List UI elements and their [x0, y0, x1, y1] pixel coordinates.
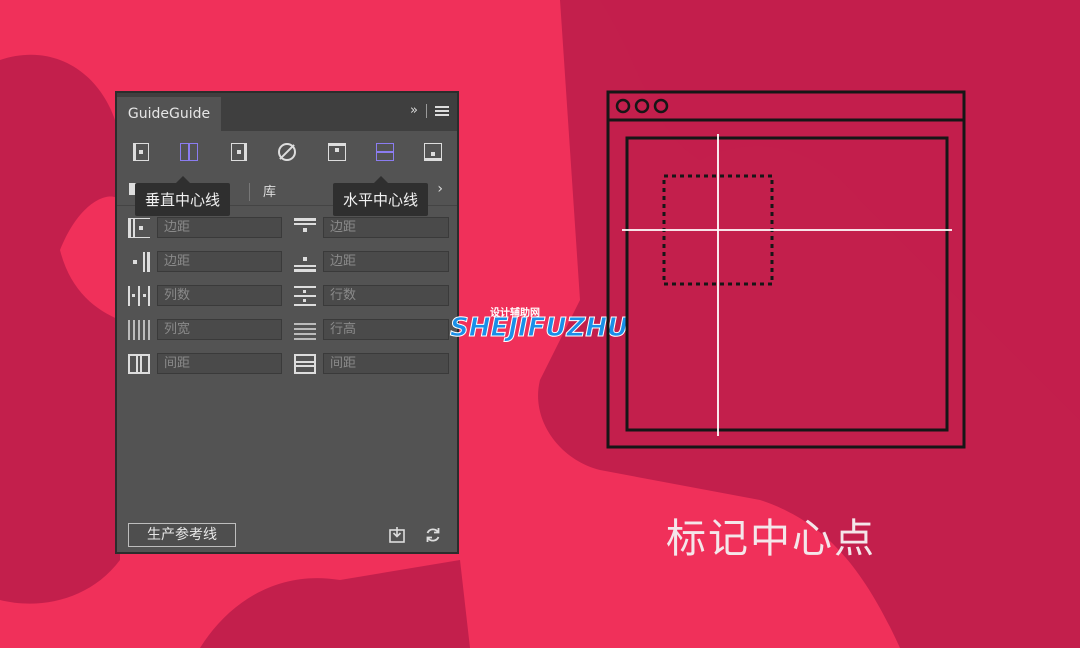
- column-width-icon: [127, 319, 151, 341]
- tooltip-vertical-center: 垂直中心线: [135, 176, 231, 216]
- row-gutter-field[interactable]: 间距: [323, 353, 449, 374]
- tab-library[interactable]: 库: [263, 181, 276, 200]
- chevron-right-icon[interactable]: ›: [437, 181, 443, 197]
- rows-icon: [293, 285, 317, 307]
- top-margin-field[interactable]: 边距: [323, 217, 449, 238]
- left-margin-guide-icon[interactable]: [131, 141, 151, 163]
- subtab-divider: [249, 183, 250, 201]
- browser-window-illustration: [606, 90, 966, 449]
- bottom-margin-guide-icon[interactable]: [423, 141, 443, 163]
- guideguide-panel: GuideGuide » 库 › 边距 边距 列数 列宽 间距 边距 边距 行数…: [115, 91, 459, 554]
- bottom-margin-field[interactable]: 边距: [323, 251, 449, 272]
- row-height-field[interactable]: 行高: [323, 319, 449, 340]
- columns-icon: [127, 285, 151, 307]
- window-dot-icon: [653, 98, 669, 114]
- browser-frame: [606, 90, 966, 449]
- right-margin-icon: [127, 251, 151, 273]
- bottom-margin-icon: [293, 251, 317, 273]
- clear-guides-icon[interactable]: [277, 141, 297, 163]
- row-gutter-icon: [293, 353, 317, 375]
- column-gutter-icon: [127, 353, 151, 375]
- collapse-arrows-icon[interactable]: »: [410, 103, 418, 118]
- horizontal-center-icon[interactable]: [375, 141, 395, 163]
- row-height-icon: [293, 319, 317, 341]
- guide-toolbar: [117, 137, 457, 167]
- refresh-icon[interactable]: [423, 525, 443, 545]
- generate-guides-button[interactable]: 生产参考线: [128, 523, 236, 547]
- import-icon[interactable]: [387, 525, 407, 545]
- left-margin-field[interactable]: 边距: [157, 217, 282, 238]
- rows-field[interactable]: 行数: [323, 285, 449, 306]
- panel-titlebar: GuideGuide »: [117, 93, 457, 131]
- right-margin-field[interactable]: 边距: [157, 251, 282, 272]
- caption-title: 标记中心点: [666, 516, 876, 562]
- columns-field[interactable]: 列数: [157, 285, 282, 306]
- panel-tab-guideguide[interactable]: GuideGuide: [117, 97, 221, 131]
- column-gutter-field[interactable]: 间距: [157, 353, 282, 374]
- top-margin-icon: [293, 217, 317, 239]
- window-dot-icon: [634, 98, 650, 114]
- left-margin-icon: [127, 217, 151, 239]
- top-margin-guide-icon[interactable]: [327, 141, 347, 163]
- tooltip-horizontal-center: 水平中心线: [333, 176, 429, 216]
- right-margin-guide-icon[interactable]: [229, 141, 249, 163]
- titlebar-divider: [426, 103, 427, 118]
- panel-menu-icon[interactable]: [435, 105, 449, 116]
- vertical-center-icon[interactable]: [179, 141, 199, 163]
- column-width-field[interactable]: 列宽: [157, 319, 282, 340]
- window-dot-icon: [615, 98, 631, 114]
